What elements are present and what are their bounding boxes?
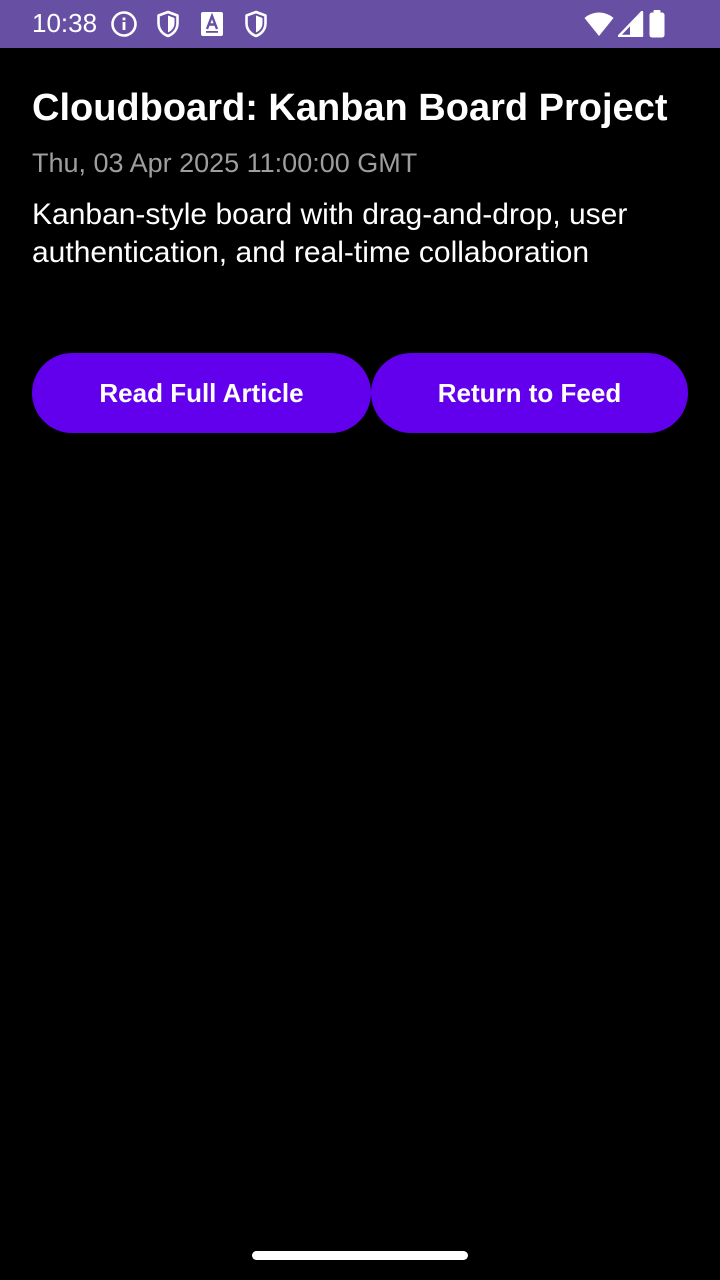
article-title: Cloudboard: Kanban Board Project (32, 87, 668, 129)
return-to-feed-button[interactable]: Return to Feed (371, 353, 688, 433)
text-a-icon (197, 9, 227, 39)
battery-icon (648, 10, 666, 38)
status-time: 10:38 (32, 8, 98, 38)
wifi-icon (584, 11, 614, 37)
article-date: Thu, 03 Apr 2025 11:00:00 GMT (32, 148, 418, 178)
status-system-icons (580, 9, 666, 39)
shield-icon (153, 9, 183, 39)
signal-icon (618, 11, 644, 37)
shield-icon (241, 9, 271, 39)
article-description: Kanban-style board with drag-and-drop, u… (32, 198, 628, 269)
article-detail: Cloudboard: Kanban Board Project Thu, 03… (32, 84, 688, 272)
article-actions: Read Full Article Return to Feed (32, 353, 688, 433)
read-full-article-button[interactable]: Read Full Article (32, 353, 371, 433)
status-notification-icons (109, 9, 285, 39)
info-icon (109, 9, 139, 39)
home-indicator[interactable] (252, 1251, 468, 1260)
status-bar: 10:38 (0, 0, 720, 48)
